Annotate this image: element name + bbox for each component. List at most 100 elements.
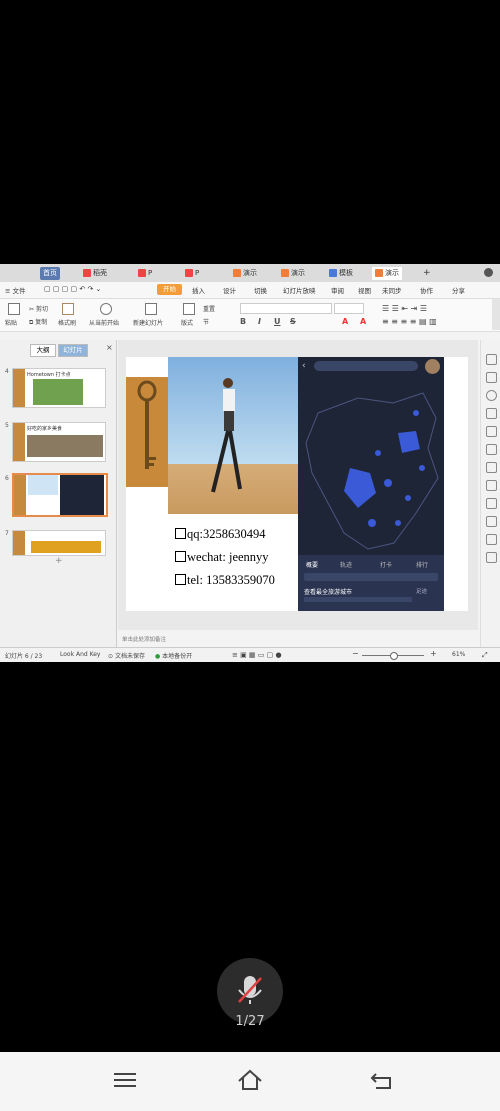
list-format-icons[interactable]: ☰ ☰ ⇤ ⇥ ☰ [382,304,427,313]
object-icon[interactable] [486,354,497,365]
thumb-key-image [14,475,26,515]
tab-label: 演示 [291,269,305,277]
ribbon-scrollbar[interactable] [492,299,500,330]
local-backup[interactable]: ● 本地备份开 [155,651,192,660]
format-painter-button[interactable]: 格式刷 [58,318,76,327]
menu-collab[interactable]: 协作 [420,285,433,295]
tab-doc-1[interactable]: P [135,267,155,280]
slide-thumbnail-panel: 大纲 幻灯片 × 4 Hometown 打卡点 5 好吃的家乡美食 6 7 + [0,340,117,647]
paste-button[interactable]: 粘贴 [5,318,17,327]
menu-share[interactable]: 分享 [452,285,465,295]
new-slide-button[interactable]: 新建幻灯片 [133,318,163,327]
view-mode-icons[interactable]: ≡ ▣ ▦ ▭ ▢ ● [232,651,282,659]
tab-label: 大纲 [36,346,50,354]
section-button[interactable]: 节 [203,317,209,326]
star-icon[interactable] [486,462,497,473]
shape-icon[interactable] [486,372,497,383]
tab-docer[interactable]: 稻壳 [80,267,110,280]
thumb-title: 好吃的家乡美食 [27,426,63,432]
tab-doc-5[interactable]: 模板 [326,267,356,280]
menu-label: 开始 [163,285,176,293]
help-icon[interactable] [486,552,497,563]
zoom-in-button[interactable]: + [430,649,437,658]
menu-transition[interactable]: 切换 [254,285,267,295]
menu-label: 插入 [192,287,205,295]
history-icon[interactable] [486,516,497,527]
strikethrough-button[interactable]: S [290,317,296,326]
docer-icon [83,269,91,277]
new-tab-plus-icon[interactable]: + [420,267,434,280]
animation-icon[interactable] [486,444,497,455]
presentation-icon [233,269,241,277]
pen-icon[interactable] [486,408,497,419]
bold-button[interactable]: B [240,317,246,326]
tab-label: P [195,269,200,277]
avatar[interactable] [484,268,493,277]
play-from-current-button[interactable]: 从当前开始 [89,318,119,327]
menu-design[interactable]: 设计 [223,285,236,295]
menu-sync[interactable]: 未同步 [382,285,402,295]
backup-status[interactable]: ⊙ 文档未保存 [108,651,145,660]
tab-doc-active[interactable]: 演示 [372,267,402,280]
tab-label: P [148,269,153,277]
format-painter-icon [62,303,74,315]
back-icon[interactable] [370,1070,394,1090]
menu-label: 切换 [254,287,267,295]
quick-access-icons[interactable]: ▢ ▢ ▢ ▢ ↶ ↷ ⌄ [44,285,101,293]
slide-number: 4 [5,368,9,375]
close-panel-icon[interactable]: × [106,343,113,352]
copy-button[interactable]: ⧉ 复制 [29,317,47,327]
phone-tab: 打卡 [380,562,393,569]
menu-label: 未同步 [382,287,402,295]
slide-thumb-5[interactable]: 好吃的家乡美食 [12,422,106,462]
menu-insert[interactable]: 插入 [192,285,205,295]
cut-button[interactable]: ✂ 剪切 [29,304,48,313]
notes-placeholder[interactable]: 单击此处添加备注 [122,635,166,643]
transform-icon[interactable] [486,498,497,509]
ribbon-toolbar: 粘贴 ✂ 剪切 ⧉ 复制 格式刷 从当前开始 新建幻灯片 版式 重置 节 B I… [0,299,500,332]
slide-number: 6 [5,475,9,482]
underline-button[interactable]: U [274,317,281,326]
tab-slides[interactable]: 幻灯片 [58,344,88,357]
layout-button[interactable]: 版式 [181,318,193,327]
slide-thumb-7[interactable] [12,530,106,556]
thumb-key-image [13,531,25,555]
italic-button[interactable]: I [258,317,261,326]
menu-review[interactable]: 审阅 [331,285,344,295]
menu-slideshow[interactable]: 幻灯片放映 [283,285,316,295]
fit-window-icon[interactable]: ⤢ [482,651,488,660]
slide-thumb-6[interactable] [12,473,108,517]
thumb-image [31,541,101,553]
tab-doc-2[interactable]: P [182,267,202,280]
zoom-level: 61% [452,651,466,658]
home-icon[interactable] [237,1069,263,1091]
tab-doc-4[interactable]: 演示 [278,267,308,280]
font-color-button[interactable]: A [342,317,348,326]
reset-button[interactable]: 重置 [203,304,215,313]
file-icon[interactable] [486,534,497,545]
slide[interactable]: qq:3258630494 wechat: jeennyy tel: 13583… [126,357,468,611]
contact-qq: qq:3258630494 [175,527,265,542]
add-slide-icon[interactable]: + [55,556,63,566]
style-icon[interactable] [486,390,497,401]
menu-home[interactable]: 开始 [157,284,182,295]
tab-label: 首页 [43,269,57,277]
font-size-select[interactable] [334,303,364,314]
highlight-color-button[interactable]: A [360,317,366,326]
tab-home[interactable]: 首页 [40,267,60,280]
settings-icon[interactable] [486,426,497,437]
slide-thumb-4[interactable]: Hometown 打卡点 [12,368,106,408]
slide-number: 7 [5,530,9,537]
checkbox-icon [175,551,186,562]
tab-outline[interactable]: 大纲 [30,344,56,357]
tab-doc-3[interactable]: 演示 [230,267,260,280]
adjust-icon[interactable] [486,480,497,491]
font-name-select[interactable] [240,303,332,314]
zoom-out-button[interactable]: − [352,649,359,658]
menu-icon[interactable] [114,1072,136,1088]
zoom-slider-thumb[interactable] [390,652,398,660]
menu-view[interactable]: 视图 [358,285,371,295]
menu-file[interactable]: ≡ 文件 [5,285,26,295]
menu-label: 协作 [420,287,433,295]
align-icons[interactable]: ≡ ≡ ≡ ≡ ▤ ▥ [382,317,437,326]
